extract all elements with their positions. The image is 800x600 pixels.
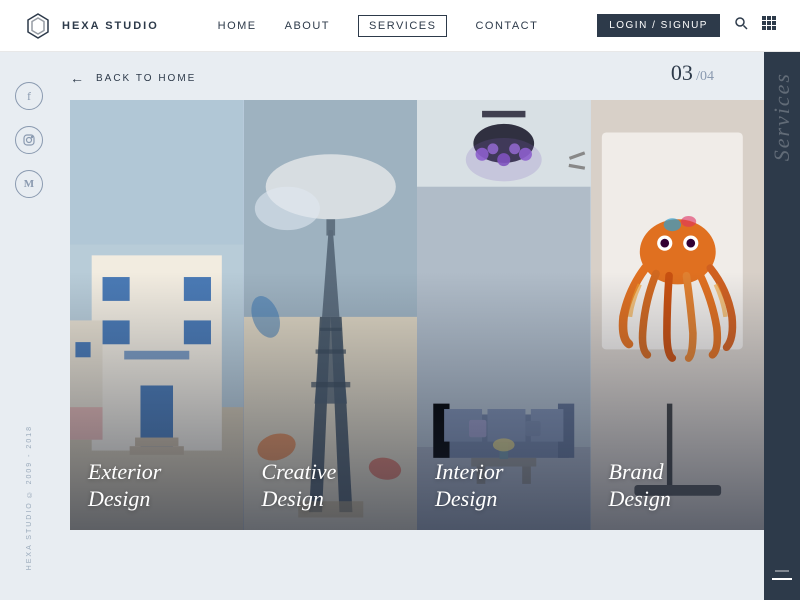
- medium-icon[interactable]: M: [15, 170, 43, 198]
- main-nav: HOME ABOUT SERVICES CONTACT: [218, 15, 539, 37]
- back-arrow-icon: ←: [70, 70, 86, 86]
- left-sidebar: f M HEXA STUDIO © 2009 - 2018: [0, 52, 58, 600]
- main-content: f M HEXA STUDIO © 2009 - 2018 ← BACK TO …: [0, 52, 800, 600]
- back-label: BACK TO HOME: [96, 73, 196, 84]
- page-total: /04: [696, 69, 714, 84]
- card-label-creative: CreativeDesign: [262, 459, 410, 512]
- instagram-icon[interactable]: [15, 126, 43, 154]
- card-label-text-brand: BrandDesign: [609, 459, 757, 512]
- back-nav[interactable]: ← BACK TO HOME: [58, 70, 764, 100]
- pagination-dot-2[interactable]: [772, 578, 792, 580]
- logo: HEXA STUDIO: [24, 12, 159, 40]
- login-button[interactable]: LOGIN / SIGNUP: [597, 14, 720, 37]
- card-creative[interactable]: CreativeDesign: [244, 100, 418, 530]
- cards-container: ExteriorDesign: [70, 100, 764, 530]
- content-area: ← BACK TO HOME 03 /04: [58, 52, 764, 600]
- pagination[interactable]: [772, 570, 792, 580]
- page-current: 03: [671, 60, 693, 85]
- nav-home[interactable]: HOME: [218, 20, 257, 32]
- facebook-icon[interactable]: f: [15, 82, 43, 110]
- card-interior[interactable]: InteriorDesign: [417, 100, 591, 530]
- card-label-exterior: ExteriorDesign: [88, 459, 236, 512]
- logo-text: HEXA STUDIO: [62, 20, 159, 32]
- pagination-dot-1[interactable]: [775, 570, 789, 572]
- right-sidebar: Services: [764, 52, 800, 600]
- card-label-interior: InteriorDesign: [435, 459, 583, 512]
- header-right: LOGIN / SIGNUP: [597, 14, 776, 37]
- nav-contact[interactable]: CONTACT: [475, 20, 538, 32]
- nav-about[interactable]: ABOUT: [285, 20, 330, 32]
- search-icon[interactable]: [734, 16, 748, 35]
- copyright-text: HEXA STUDIO © 2009 - 2018: [26, 425, 33, 570]
- card-label-text-interior: InteriorDesign: [435, 459, 583, 512]
- services-vertical-label: Services: [769, 72, 795, 166]
- card-label-brand: BrandDesign: [609, 459, 757, 512]
- grid-icon[interactable]: [762, 16, 776, 35]
- page-number: 03 /04: [671, 60, 714, 86]
- hex-logo-icon: [24, 12, 52, 40]
- card-exterior[interactable]: ExteriorDesign: [70, 100, 244, 530]
- header: HEXA STUDIO HOME ABOUT SERVICES CONTACT …: [0, 0, 800, 52]
- nav-services[interactable]: SERVICES: [358, 15, 447, 37]
- card-brand[interactable]: BrandDesign: [591, 100, 765, 530]
- card-label-text-exterior: ExteriorDesign: [88, 459, 236, 512]
- card-label-text-creative: CreativeDesign: [262, 459, 410, 512]
